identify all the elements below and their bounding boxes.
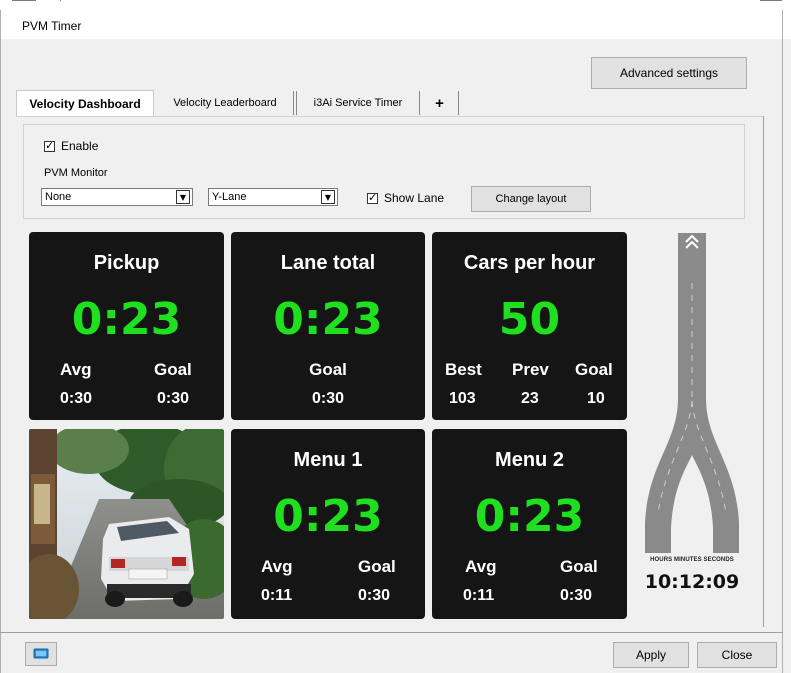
drive-thru-camera-image	[29, 429, 224, 619]
enable-checkbox[interactable]: Enable	[44, 139, 98, 153]
lane-total-tile: Lane total 0:23 Goal 0:30	[231, 232, 425, 420]
cars-best-label: Best	[445, 360, 482, 379]
chevron-down-icon[interactable]: ▼	[321, 190, 335, 204]
menu1-tile: Menu 1 0:23 Avg Goal 0:11 0:30	[231, 429, 425, 619]
pvm-monitor-value: None	[45, 191, 72, 203]
window-top-edge	[0, 0, 791, 10]
lane-total-title: Lane total	[280, 252, 376, 274]
apply-button[interactable]: Apply	[613, 642, 689, 668]
tab-panel-border	[763, 116, 764, 627]
pickup-goal-value: 0:30	[157, 390, 190, 407]
enable-label: Enable	[61, 139, 99, 153]
cars-per-hour-tile: Cars per hour 50 Best Prev Goal 103 23 1…	[432, 232, 627, 420]
window-title: PVM Timer	[22, 19, 82, 33]
title-bar: PVM Timer	[0, 10, 791, 39]
lane-total-goal-label: Goal	[309, 360, 347, 379]
pickup-avg-label: Avg	[60, 360, 92, 379]
pvm-timer-window: PVM Timer Advanced settings Velocity Das…	[0, 0, 791, 673]
monitor-button[interactable]	[25, 642, 57, 666]
advanced-settings-button[interactable]: Advanced settings	[591, 57, 747, 89]
pvm-monitor-label: PVM Monitor	[44, 167, 108, 179]
window-frame-right	[782, 10, 783, 673]
cars-goal-value: 10	[587, 390, 605, 407]
cars-per-hour-title: Cars per hour	[463, 252, 596, 274]
show-lane-checkbox[interactable]: Show Lane	[367, 191, 444, 205]
show-lane-checkbox-box[interactable]	[367, 191, 378, 204]
cars-prev-label: Prev	[512, 360, 549, 379]
lane-type-value: Y-Lane	[212, 191, 247, 203]
menu1-title: Menu 1	[293, 449, 363, 471]
cars-prev-value: 23	[521, 390, 539, 407]
window-frame-left	[0, 10, 1, 673]
pickup-tile: Pickup 0:23 Avg Goal 0:30 0:30	[29, 232, 224, 420]
tab-add[interactable]: +	[421, 91, 459, 115]
chevron-down-icon[interactable]: ▼	[176, 190, 190, 204]
lane-total-time: 0:23	[273, 294, 383, 345]
pickup-time: 0:23	[71, 294, 182, 345]
menu2-time: 0:23	[474, 491, 585, 542]
menu2-avg-value: 0:11	[463, 587, 495, 604]
menu1-goal-value: 0:30	[358, 587, 391, 604]
change-layout-button[interactable]: Change layout	[471, 186, 591, 212]
tab-velocity-leaderboard[interactable]: Velocity Leaderboard	[157, 91, 294, 115]
pvm-monitor-select[interactable]: None ▼	[41, 188, 193, 206]
cars-per-hour-value: 50	[498, 294, 561, 345]
clock-value: 10:12:09	[644, 571, 740, 593]
show-lane-label: Show Lane	[384, 191, 445, 205]
monitor-icon	[33, 648, 49, 659]
enable-checkbox-box[interactable]	[44, 139, 55, 152]
cars-goal-label: Goal	[575, 360, 613, 379]
footer-divider	[0, 632, 783, 633]
menu1-goal-label: Goal	[358, 557, 396, 576]
tab-velocity-dashboard[interactable]: Velocity Dashboard	[16, 90, 154, 117]
menu1-avg-label: Avg	[261, 557, 293, 576]
menu1-avg-value: 0:11	[261, 587, 293, 604]
pickup-avg-value: 0:30	[60, 390, 93, 407]
menu2-tile: Menu 2 0:23 Avg Goal 0:11 0:30	[432, 429, 627, 619]
tab-i3ai-service-timer[interactable]: i3Ai Service Timer	[296, 91, 420, 115]
pickup-title: Pickup	[93, 252, 160, 274]
menu1-time: 0:23	[273, 491, 383, 542]
menu2-avg-label: Avg	[465, 557, 497, 576]
clock-caption: HOURS MINUTES SECONDS	[650, 557, 734, 563]
y-lane-road-icon	[636, 223, 748, 623]
menu2-title: Menu 2	[495, 449, 564, 471]
lane-type-select[interactable]: Y-Lane ▼	[208, 188, 338, 206]
pickup-goal-label: Goal	[154, 360, 192, 379]
close-button[interactable]: Close	[697, 642, 777, 668]
menu2-goal-value: 0:30	[560, 587, 593, 604]
menu2-goal-label: Goal	[560, 557, 598, 576]
cars-best-value: 103	[449, 390, 476, 407]
tab-strip-underline	[16, 116, 764, 117]
lane-total-goal-value: 0:30	[311, 390, 345, 407]
